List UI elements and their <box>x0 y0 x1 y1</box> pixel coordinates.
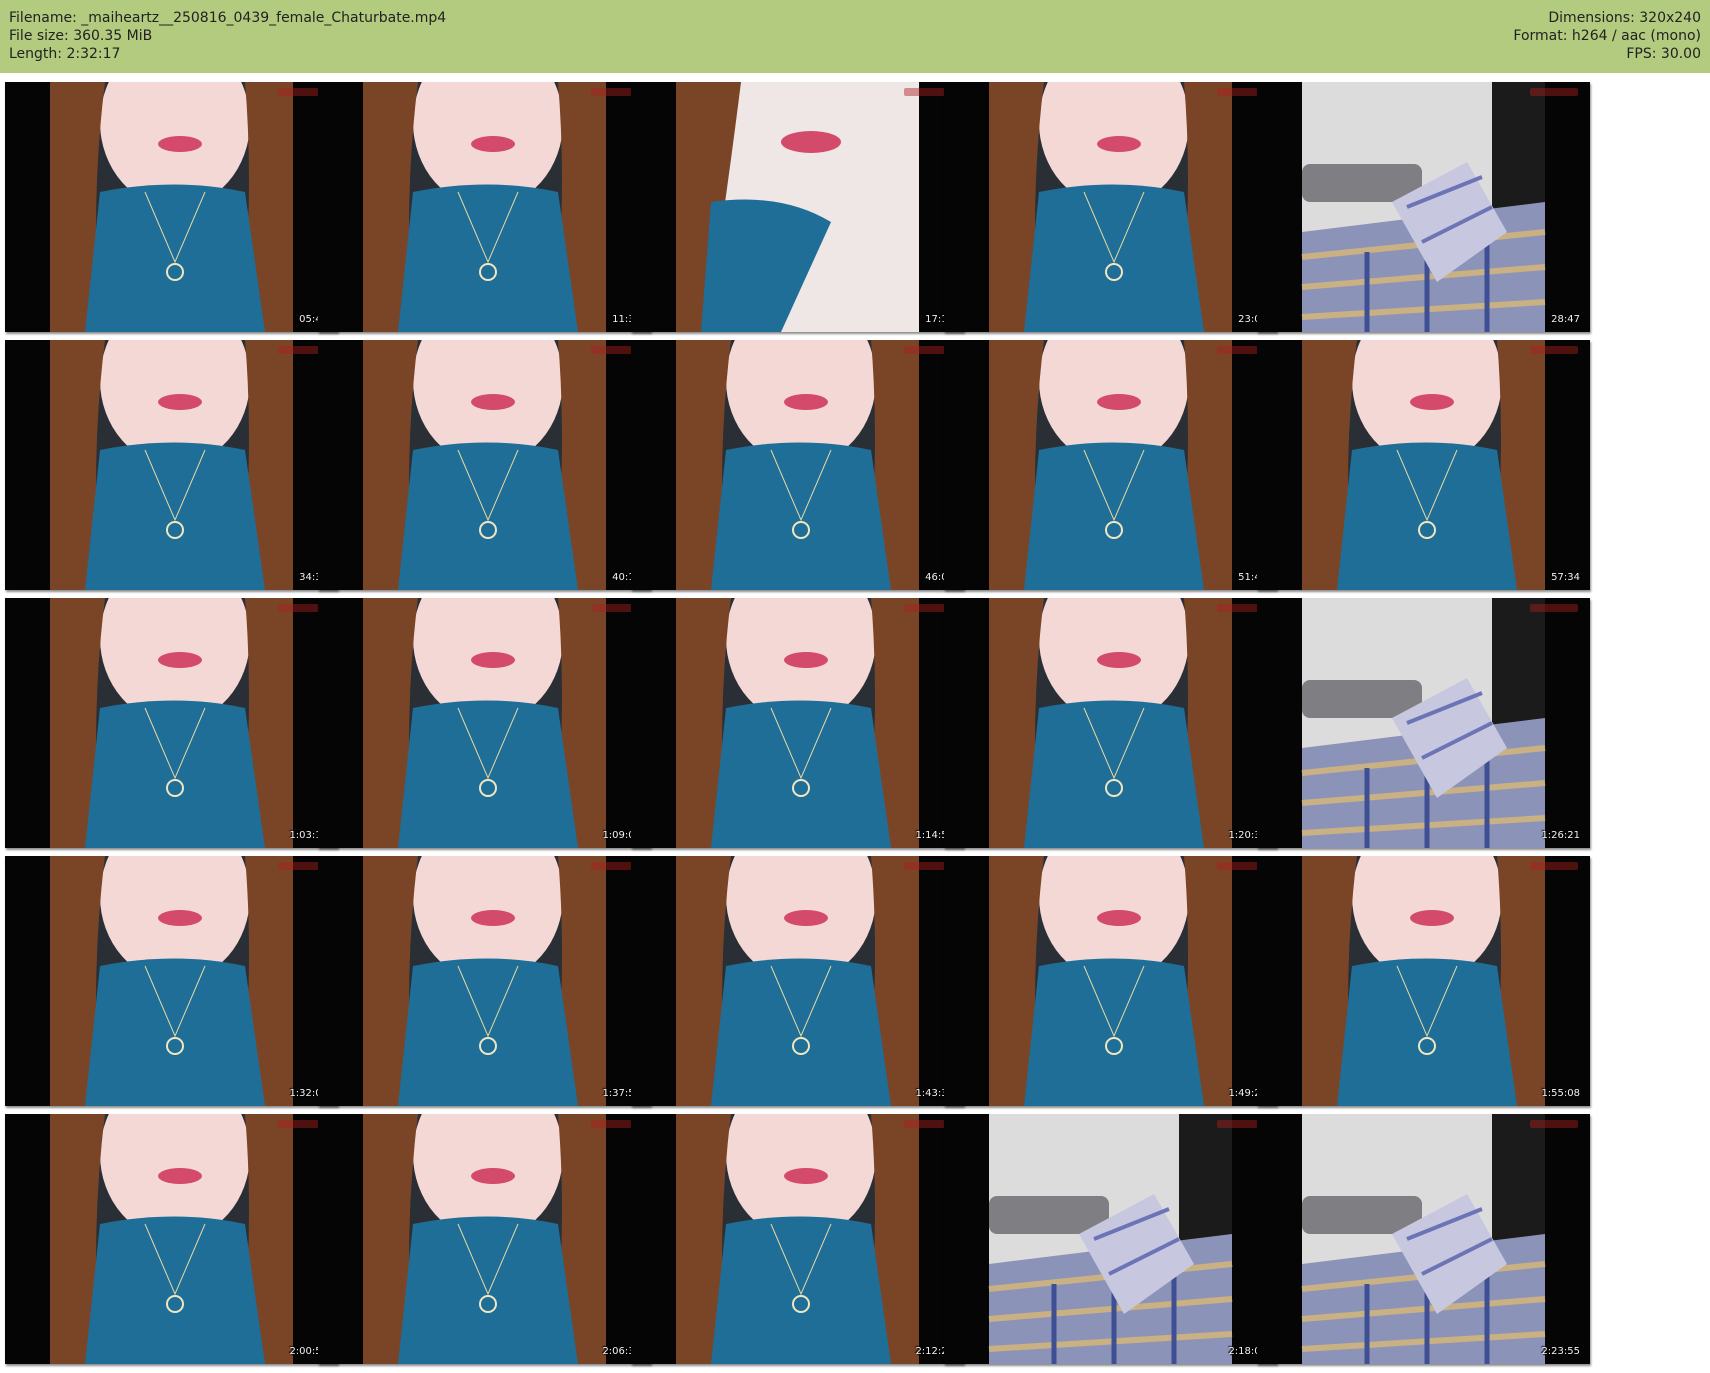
video-thumbnail: 46:03 <box>631 340 964 590</box>
frame-image <box>631 340 964 590</box>
video-thumbnail: 51:48 <box>944 340 1277 590</box>
video-thumbnail: 1:43:37 <box>631 856 964 1106</box>
video-thumbnail: 28:47 <box>1257 82 1590 332</box>
frame-image <box>1257 598 1590 848</box>
frame-image <box>944 1114 1277 1364</box>
timestamp-label: 57:34 <box>1551 572 1580 583</box>
watermark <box>1530 604 1578 612</box>
watermark <box>1530 1120 1578 1128</box>
timestamp-label: 1:26:21 <box>1541 830 1580 841</box>
file-info-right: Dimensions: 320x240 Format: h264 / aac (… <box>1513 9 1701 63</box>
frame-image <box>5 82 338 332</box>
frame-image <box>5 598 338 848</box>
video-info-header: Filename: _maiheartz__250816_0439_female… <box>0 0 1710 73</box>
video-thumbnail: 11:30 <box>318 82 651 332</box>
frame-image <box>5 1114 338 1364</box>
frame-image <box>1257 856 1590 1106</box>
frame-image <box>1257 340 1590 590</box>
frame-image <box>318 598 651 848</box>
frame-image <box>944 82 1277 332</box>
frame-image <box>631 1114 964 1364</box>
thumbnail-grid: 05:45 11:30 17:16 23:01 28:47 34:32 40:1… <box>5 82 1707 1370</box>
filename-text: Filename: _maiheartz__250816_0439_female… <box>9 10 447 26</box>
watermark <box>1530 862 1578 870</box>
frame-image <box>318 340 651 590</box>
video-thumbnail: 57:34 <box>1257 340 1590 590</box>
frame-image <box>318 1114 651 1364</box>
frame-image <box>944 340 1277 590</box>
frame-image <box>631 856 964 1106</box>
timestamp-label: 28:47 <box>1551 314 1580 325</box>
video-thumbnail: 1:14:50 <box>631 598 964 848</box>
timestamp-label: 1:55:08 <box>1541 1088 1580 1099</box>
video-thumbnail: 1:26:21 <box>1257 598 1590 848</box>
video-thumbnail: 34:32 <box>5 340 338 590</box>
video-thumbnail: 2:12:24 <box>631 1114 964 1364</box>
video-thumbnail: 2:00:53 <box>5 1114 338 1364</box>
video-thumbnail: 40:17 <box>318 340 651 590</box>
video-thumbnail: 1:20:35 <box>944 598 1277 848</box>
watermark <box>1530 88 1578 96</box>
format-text: Format: h264 / aac (mono) <box>1513 28 1701 44</box>
frame-image <box>1257 82 1590 332</box>
watermark <box>1530 346 1578 354</box>
frame-image <box>318 856 651 1106</box>
frame-image <box>944 856 1277 1106</box>
video-thumbnail: 1:09:04 <box>318 598 651 848</box>
video-thumbnail: 1:03:19 <box>5 598 338 848</box>
video-thumbnail: 17:16 <box>631 82 964 332</box>
frame-image <box>944 598 1277 848</box>
timestamp-label: 2:23:55 <box>1541 1346 1580 1357</box>
video-thumbnail: 1:32:06 <box>5 856 338 1106</box>
file-info-left: Filename: _maiheartz__250816_0439_female… <box>9 9 446 63</box>
video-thumbnail: 23:01 <box>944 82 1277 332</box>
fps-text: FPS: 30.00 <box>1626 46 1701 62</box>
dimensions-text: Dimensions: 320x240 <box>1548 10 1701 26</box>
frame-image <box>631 82 964 332</box>
video-thumbnail: 1:55:08 <box>1257 856 1590 1106</box>
filesize-text: File size: 360.35 MiB <box>9 28 153 44</box>
frame-image <box>318 82 651 332</box>
frame-image <box>5 856 338 1106</box>
video-thumbnail: 05:45 <box>5 82 338 332</box>
video-thumbnail: 2:06:39 <box>318 1114 651 1364</box>
video-thumbnail: 2:18:09 <box>944 1114 1277 1364</box>
frame-image <box>1257 1114 1590 1364</box>
frame-image <box>631 598 964 848</box>
frame-image <box>5 340 338 590</box>
length-text: Length: 2:32:17 <box>9 46 121 62</box>
video-thumbnail: 1:37:51 <box>318 856 651 1106</box>
video-thumbnail: 2:23:55 <box>1257 1114 1590 1364</box>
video-thumbnail: 1:49:22 <box>944 856 1277 1106</box>
